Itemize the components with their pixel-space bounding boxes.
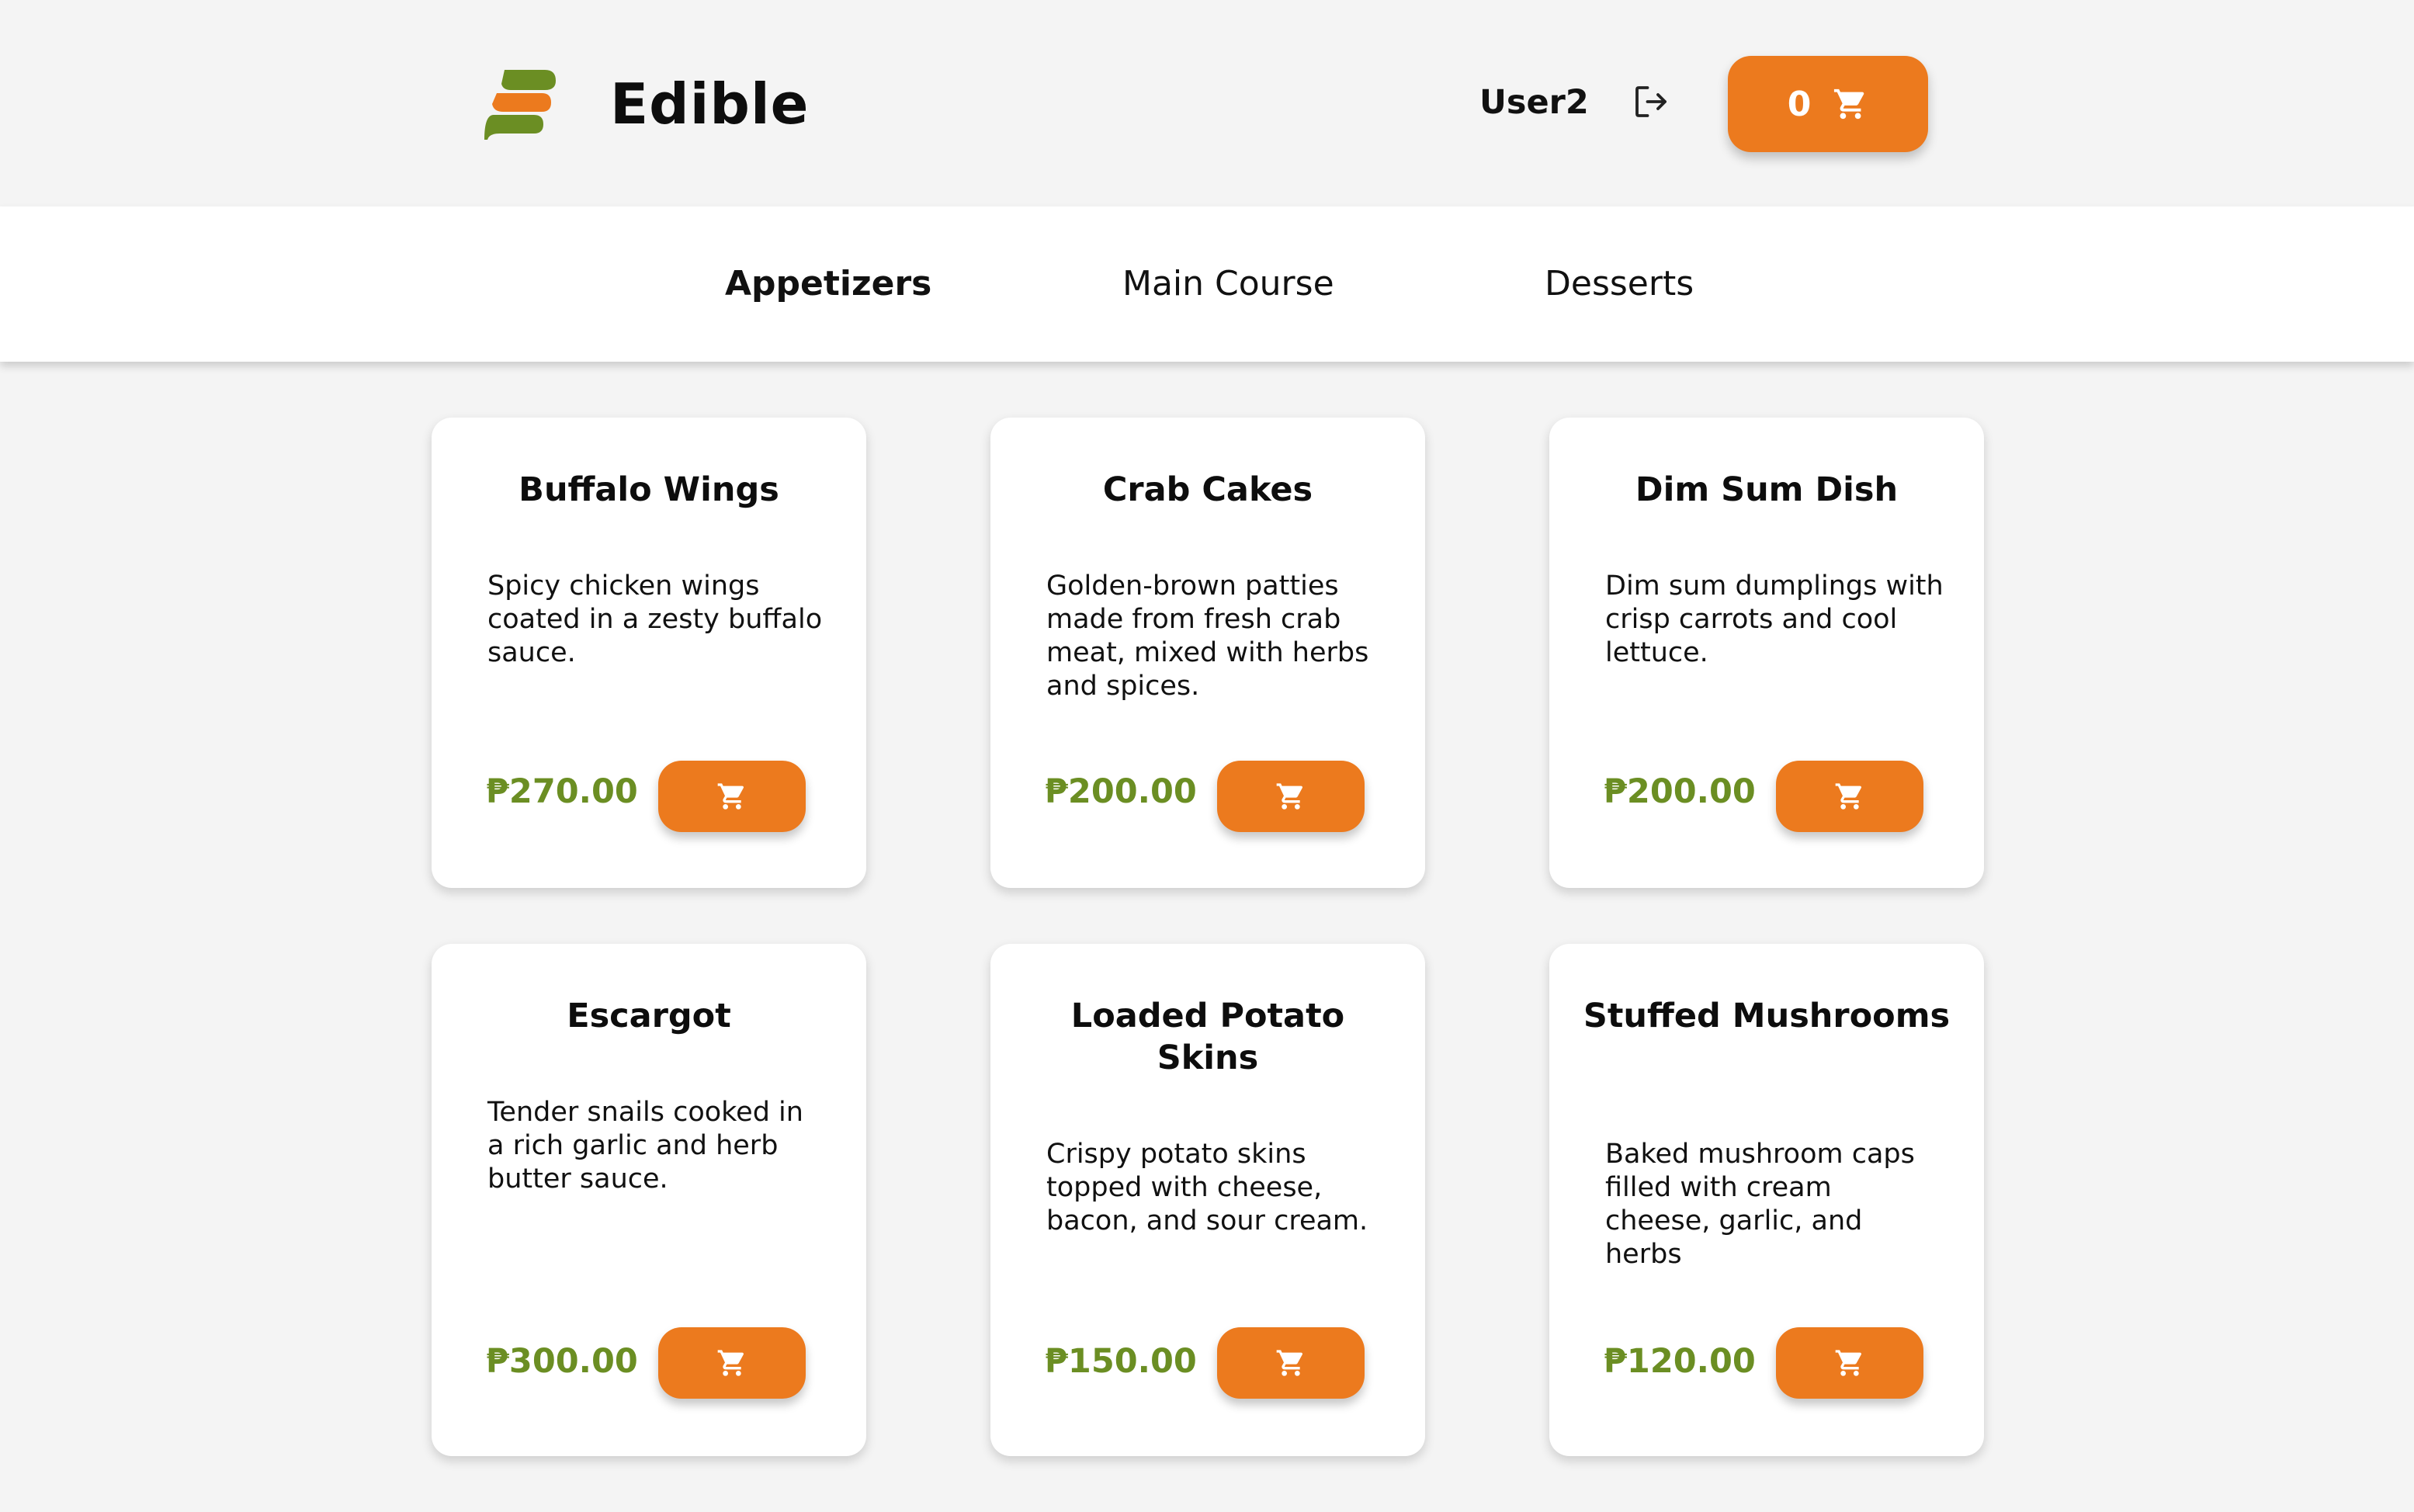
tab-main-course[interactable]: Main Course (1122, 258, 1334, 310)
header: Edible User2 0 (0, 0, 2414, 206)
product-price: ₱200.00 (1604, 772, 1756, 811)
category-nav: Appetizers Main Course Desserts (0, 206, 2414, 362)
product-card: Crab Cakes Golden-brown patties made fro… (990, 418, 1425, 888)
cart-icon (717, 783, 744, 810)
product-price: ₱300.00 (486, 1342, 638, 1381)
brand-name: Edible (610, 71, 810, 137)
add-to-cart-button[interactable] (1217, 1327, 1365, 1399)
tab-appetizers[interactable]: Appetizers (725, 258, 931, 310)
cart-count: 0 (1787, 84, 1812, 124)
product-description: Crispy potato skins topped with cheese, … (1046, 1139, 1368, 1236)
product-name: Dim Sum Dish (1635, 470, 1899, 509)
product-card: Escargot Tender snails cooked in a rich … (432, 944, 866, 1456)
product-name: Escargot (567, 997, 731, 1035)
product-description: Baked mushroom caps filled with cream ch… (1605, 1139, 1915, 1270)
product-price: ₱270.00 (486, 772, 638, 811)
add-to-cart-button[interactable] (658, 761, 806, 832)
product-card: Loaded Potato Skins Crispy potato skins … (990, 944, 1425, 1456)
product-card: Dim Sum Dish Dim sum dumplings with cris… (1549, 418, 1984, 888)
cart-icon (1834, 88, 1864, 120)
cart-icon (717, 1350, 744, 1376)
product-description: Spicy chicken wings coated in a zesty bu… (487, 570, 823, 668)
cart-icon (1835, 1350, 1862, 1376)
product-name: Loaded Potato Skins (1070, 997, 1345, 1077)
add-to-cart-button[interactable] (658, 1327, 806, 1399)
logout-icon (1635, 86, 1667, 117)
logout-button[interactable] (1630, 81, 1672, 123)
cart-icon (1276, 783, 1303, 810)
product-name: Stuffed Mushrooms (1583, 997, 1951, 1035)
product-price: ₱120.00 (1604, 1342, 1756, 1381)
product-description: Dim sum dumplings with crisp carrots and… (1605, 570, 1944, 668)
product-description: Tender snails cooked in a rich garlic an… (487, 1097, 803, 1195)
product-price: ₱150.00 (1045, 1342, 1197, 1381)
add-to-cart-button[interactable] (1776, 1327, 1923, 1399)
cart-button[interactable]: 0 (1728, 56, 1928, 152)
product-price: ₱200.00 (1045, 772, 1197, 811)
cart-icon (1835, 783, 1862, 810)
product-name: Buffalo Wings (519, 470, 779, 509)
product-card: Stuffed Mushrooms Baked mushroom caps fi… (1549, 944, 1984, 1456)
add-to-cart-button[interactable] (1776, 761, 1923, 832)
product-name: Crab Cakes (1102, 470, 1313, 509)
cart-icon (1276, 1350, 1303, 1376)
add-to-cart-button[interactable] (1217, 761, 1365, 832)
tab-desserts[interactable]: Desserts (1545, 258, 1694, 310)
product-card: Buffalo Wings Spicy chicken wings coated… (432, 418, 866, 888)
edible-logo[interactable] (483, 64, 560, 141)
product-description: Golden-brown patties made from fresh cra… (1046, 570, 1369, 702)
user-name: User2 (1479, 83, 1589, 122)
